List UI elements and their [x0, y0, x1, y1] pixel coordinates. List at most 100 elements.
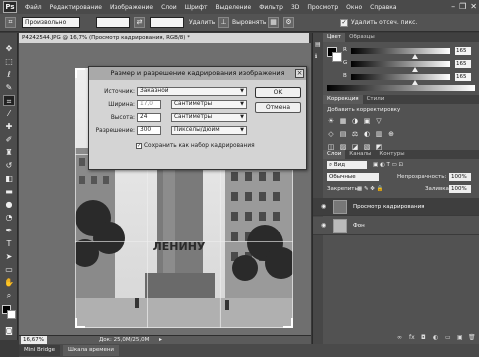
- photo-filter-icon[interactable]: ◐: [363, 130, 371, 138]
- channel-r-value[interactable]: 165: [455, 47, 471, 55]
- fill-field[interactable]: 100%: [449, 185, 471, 193]
- brush-tool-icon[interactable]: ✐: [3, 134, 15, 145]
- move-tool-icon[interactable]: ✥: [3, 43, 15, 54]
- color-background-swatch[interactable]: [332, 52, 342, 62]
- hue-saturation-icon[interactable]: ◇: [327, 130, 335, 138]
- levels-icon[interactable]: ▦: [339, 117, 347, 125]
- opacity-field[interactable]: 100%: [449, 173, 471, 181]
- delete-pixels-checkbox[interactable]: ✓: [340, 19, 348, 27]
- channel-b-slider[interactable]: [351, 74, 450, 80]
- quick-select-tool-icon[interactable]: ✎: [3, 82, 15, 93]
- type-tool-icon[interactable]: T: [3, 238, 15, 249]
- tab-adjustments[interactable]: Коррекция: [323, 95, 363, 104]
- layer-row[interactable]: ◉ Фон: [313, 217, 479, 235]
- eyedropper-tool-icon[interactable]: ⁄: [3, 108, 15, 119]
- curves-icon[interactable]: ◑: [351, 117, 359, 125]
- hand-tool-icon[interactable]: ✋: [3, 277, 15, 288]
- menu-3d[interactable]: 3D: [291, 4, 299, 11]
- link-layers-icon[interactable]: ∞: [397, 334, 402, 341]
- cancel-button[interactable]: Отмена: [255, 102, 301, 113]
- history-brush-tool-icon[interactable]: ↺: [3, 160, 15, 171]
- settings-icon[interactable]: ⚙: [283, 17, 294, 28]
- tab-channels[interactable]: Каналы: [345, 150, 375, 159]
- resolution-input[interactable]: 300: [137, 126, 161, 135]
- crop-ratio-select[interactable]: Произвольно: [22, 17, 80, 28]
- lock-icons[interactable]: ▦ ✎ ✥ 🔒: [357, 186, 384, 192]
- width-unit-select[interactable]: Сантиметры ▼: [171, 100, 247, 109]
- channel-g-value[interactable]: 165: [455, 60, 471, 68]
- lasso-tool-icon[interactable]: ℓ: [3, 69, 15, 80]
- color-balance-icon[interactable]: ▤: [339, 130, 347, 138]
- path-select-tool-icon[interactable]: ➤: [3, 251, 15, 262]
- crop-height-field[interactable]: [150, 17, 184, 28]
- shape-tool-icon[interactable]: ▭: [3, 264, 15, 275]
- clear-button[interactable]: Удалить: [189, 19, 215, 26]
- marquee-tool-icon[interactable]: ⬚: [3, 56, 15, 67]
- save-preset-checkbox[interactable]: ✓: [136, 143, 142, 149]
- crop-tool-preset-icon[interactable]: ⌗: [5, 17, 16, 28]
- menu-image[interactable]: Изображение: [110, 4, 153, 11]
- dialog-close-icon[interactable]: ×: [295, 69, 304, 78]
- zoom-tool-icon[interactable]: ⌕: [3, 290, 15, 301]
- color-lookup-icon[interactable]: ⊕: [387, 130, 395, 138]
- healing-tool-icon[interactable]: ✚: [3, 121, 15, 132]
- blend-mode-select[interactable]: Обычные: [327, 173, 379, 181]
- channel-r-thumb[interactable]: [412, 54, 418, 59]
- color-ramp[interactable]: [327, 85, 475, 91]
- menu-file[interactable]: Файл: [25, 4, 42, 11]
- height-input[interactable]: 24: [137, 113, 161, 122]
- layer-filter-select[interactable]: ⌕ Вид: [327, 161, 367, 169]
- menu-edit[interactable]: Редактирование: [50, 4, 102, 11]
- blur-tool-icon[interactable]: ●: [3, 199, 15, 210]
- tab-mini-bridge[interactable]: Mini Bridge: [19, 345, 60, 356]
- eraser-tool-icon[interactable]: ◧: [3, 173, 15, 184]
- close-icon[interactable]: ✕: [470, 2, 477, 11]
- layer-style-icon[interactable]: fx: [409, 334, 415, 341]
- stamp-tool-icon[interactable]: ♜: [3, 147, 15, 158]
- document-tab[interactable]: P4242544.JPG @ 16,7% (Просмотр кадрирова…: [19, 33, 309, 43]
- tab-timeline[interactable]: Шкала времени: [62, 345, 119, 356]
- menu-layers[interactable]: Слои: [161, 4, 177, 11]
- adjustment-layer-icon[interactable]: ◐: [433, 334, 438, 341]
- menu-window[interactable]: Окно: [346, 4, 362, 11]
- channel-b-value[interactable]: 165: [455, 73, 471, 81]
- layer-filter-icons[interactable]: ▣ ◐ T ▭ ⊡: [373, 162, 403, 168]
- height-unit-select[interactable]: Сантиметры ▼: [171, 113, 247, 122]
- resolution-unit-select[interactable]: Пикселы/дюйм ▼: [171, 126, 247, 135]
- tab-paths[interactable]: Контуры: [375, 150, 408, 159]
- channel-r-slider[interactable]: [351, 48, 450, 54]
- gradient-tool-icon[interactable]: ▬: [3, 186, 15, 197]
- tab-styles[interactable]: Стили: [363, 95, 389, 104]
- visibility-eye-icon[interactable]: ◉: [321, 203, 326, 210]
- crop-tool-icon[interactable]: ⌗: [3, 95, 15, 106]
- exposure-icon[interactable]: ▣: [363, 117, 371, 125]
- new-layer-icon[interactable]: ▣: [457, 334, 463, 341]
- menu-filter[interactable]: Фильтр: [259, 4, 283, 11]
- crop-width-field[interactable]: [96, 17, 130, 28]
- new-group-icon[interactable]: ▭: [445, 334, 451, 341]
- tab-layers[interactable]: Слои: [323, 150, 346, 159]
- width-input[interactable]: 17,0: [137, 100, 161, 109]
- visibility-eye-icon[interactable]: ◉: [321, 222, 326, 229]
- menu-help[interactable]: Справка: [370, 4, 396, 11]
- straighten-icon[interactable]: ⊥: [218, 17, 229, 28]
- minimize-icon[interactable]: –: [451, 2, 455, 11]
- pen-tool-icon[interactable]: ✒: [3, 225, 15, 236]
- quick-mask-icon[interactable]: ◙: [3, 325, 15, 336]
- status-menu-arrow-icon[interactable]: ▸: [159, 336, 162, 343]
- vibrance-icon[interactable]: ▽: [375, 117, 383, 125]
- layer-mask-icon[interactable]: ◘: [421, 334, 426, 341]
- channel-mixer-icon[interactable]: ▥: [375, 130, 383, 138]
- menu-view[interactable]: Просмотр: [307, 4, 338, 11]
- channel-g-thumb[interactable]: [412, 67, 418, 72]
- history-icon[interactable]: ▤: [315, 41, 321, 48]
- grid-overlay-icon[interactable]: ▦: [268, 17, 279, 28]
- tab-color[interactable]: Цвет: [323, 33, 346, 42]
- background-color-swatch[interactable]: [7, 310, 16, 319]
- zoom-level-field[interactable]: 16,67%: [21, 336, 47, 344]
- channel-g-slider[interactable]: [351, 61, 450, 67]
- swap-dimensions-icon[interactable]: ⇄: [134, 17, 145, 28]
- menu-select[interactable]: Выделение: [215, 4, 251, 11]
- straighten-button[interactable]: Выровнять: [232, 19, 266, 26]
- tab-swatches[interactable]: Образцы: [345, 33, 379, 42]
